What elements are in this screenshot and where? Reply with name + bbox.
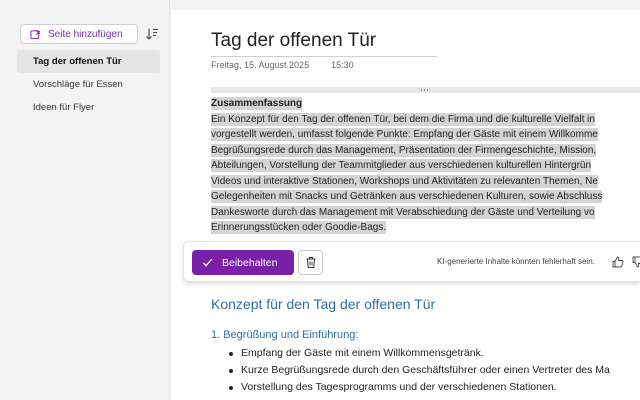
- thumbs-down-icon[interactable]: [631, 255, 640, 269]
- keep-button[interactable]: Beibehalten: [192, 250, 294, 275]
- sidebar: Seite hinzufügen Tag der offenen Tür Vor…: [0, 0, 170, 400]
- ai-suggestion-toolbar: Beibehalten KI-generierte Inhalte könnte…: [183, 241, 640, 282]
- list-item[interactable]: Vorstellung des Tagesprogramms und der v…: [229, 379, 640, 396]
- page-title[interactable]: Tag der offenen Tür: [211, 30, 376, 52]
- page-date: Freitag, 15. August 2025: [211, 60, 310, 70]
- canvas-top-strip: [171, 0, 640, 10]
- summary-heading: Zusammenfassung: [211, 97, 303, 110]
- summary-line: vorgestellt werden, umfasst folgende Pun…: [211, 128, 598, 141]
- trash-icon: [306, 257, 315, 268]
- list-item[interactable]: Empfang der Gäste mit einem Willkommensg…: [229, 345, 640, 362]
- sort-pages-button[interactable]: [144, 25, 160, 43]
- page-list: Tag der offenen Tür Vorschläge für Essen…: [17, 50, 160, 119]
- summary-line: Erinnerungsstücken oder Goodie-Bags.: [211, 221, 387, 234]
- summary-block[interactable]: Zusammenfassung Ein Konzept für den Tag …: [211, 96, 640, 236]
- container-resize-handle[interactable]: [211, 87, 640, 93]
- summary-line: Videos und interaktive Stationen, Worksh…: [211, 174, 598, 188]
- list-item[interactable]: Kurze Begrüßungsrede durch den Geschäfts…: [229, 362, 640, 379]
- ai-disclaimer: KI-generierte Inhalte könnten fehlerhaft…: [437, 257, 595, 266]
- concept-heading[interactable]: Konzept für den Tag der offenen Tür: [211, 296, 435, 312]
- sort-icon: [146, 28, 158, 40]
- title-underline: [211, 56, 437, 57]
- summary-line: Abteilungen, Vorstellung der Teammitglie…: [211, 159, 592, 172]
- bullet-list: Empfang der Gäste mit einem Willkommensg…: [229, 345, 640, 396]
- summary-line: Dankesworte durch das Management mit Ver…: [211, 205, 595, 219]
- page-time: 15:30: [331, 60, 354, 70]
- summary-line: Begrüßungsrede durch das Management, Prä…: [211, 143, 597, 157]
- page-canvas: Tag der offenen Tür Freitag, 15. August …: [171, 0, 640, 400]
- add-page-icon: [30, 29, 41, 39]
- page-item-ideen-fuer-flyer[interactable]: Ideen für Flyer: [17, 96, 160, 119]
- add-page-button[interactable]: Seite hinzufügen: [20, 24, 138, 44]
- summary-line: Ein Konzept für den Tag der offenen Tür,…: [211, 112, 595, 126]
- checkmark-icon: [202, 258, 213, 267]
- thumbs-up-icon[interactable]: [611, 255, 625, 269]
- summary-line: Gelegenheiten mit Snacks und Getränken a…: [211, 190, 603, 203]
- page-meta: Freitag, 15. August 2025 15:30: [211, 60, 354, 70]
- drag-dots-icon: [421, 89, 430, 91]
- keep-button-label: Beibehalten: [222, 256, 278, 269]
- page-item-vorschlaege-fuer-essen[interactable]: Vorschläge für Essen: [17, 73, 160, 96]
- section-heading[interactable]: 1. Begrüßung und Einführung:: [211, 329, 358, 341]
- discard-button[interactable]: [298, 250, 323, 275]
- add-page-label: Seite hinzufügen: [48, 28, 123, 40]
- page-item-tag-der-offenen-tuer[interactable]: Tag der offenen Tür: [17, 50, 160, 73]
